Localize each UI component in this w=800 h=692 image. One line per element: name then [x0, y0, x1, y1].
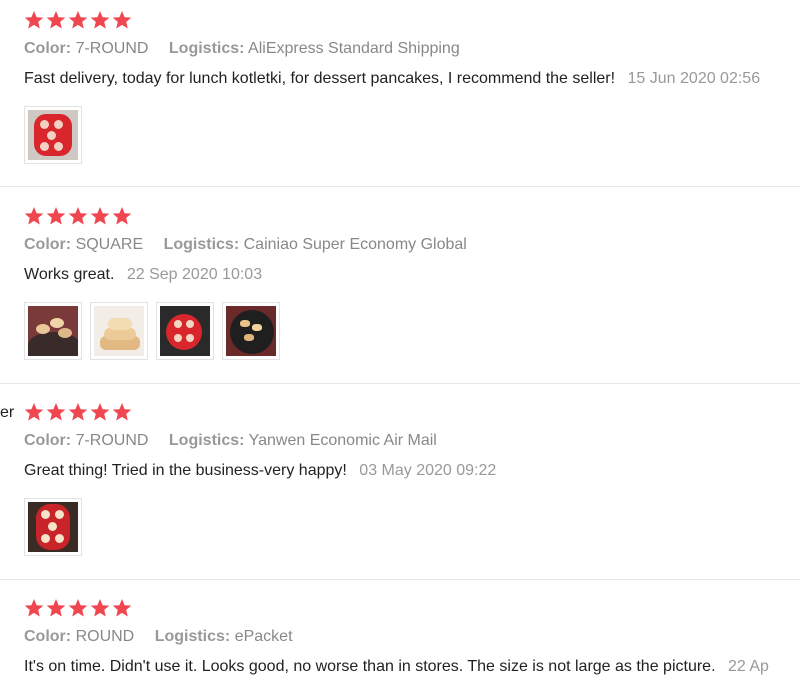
star-rating: [24, 10, 132, 30]
logistics-label: Logistics:: [168, 40, 245, 57]
review-date: 03 May 2020 09:22: [359, 462, 497, 479]
star-icon: [46, 402, 66, 422]
star-icon: [112, 402, 132, 422]
logistics-label: Logistics:: [163, 236, 240, 253]
review-photo-thumbnail[interactable]: [24, 302, 82, 360]
star-icon: [46, 206, 66, 226]
review-photo-thumbnail[interactable]: [222, 302, 280, 360]
review-divider: [0, 383, 800, 384]
color-value: 7-ROUND: [75, 432, 149, 449]
logistics-value: AliExpress Standard Shipping: [248, 40, 460, 57]
review-text: It's on time. Didn't use it. Looks good,…: [24, 658, 716, 675]
color-label: Color:: [24, 40, 72, 57]
star-rating: [24, 206, 132, 226]
star-icon: [46, 598, 66, 618]
review-text: Works great.: [24, 266, 115, 283]
review-text-line: Works great. 22 Sep 2020 10:03: [24, 266, 262, 284]
star-icon: [46, 10, 66, 30]
review-text-line: Fast delivery, today for lunch kotletki,…: [24, 70, 760, 88]
star-icon: [68, 402, 88, 422]
color-value: SQUARE: [75, 236, 144, 253]
logistics-value: Yanwen Economic Air Mail: [248, 432, 437, 449]
review-photos: [24, 302, 280, 360]
review-photo-thumbnail[interactable]: [90, 302, 148, 360]
mold-with-batter-photo: [28, 502, 78, 552]
star-icon: [24, 206, 44, 226]
star-icon: [24, 10, 44, 30]
star-icon: [24, 402, 44, 422]
logistics-value: Cainiao Super Economy Global: [243, 236, 467, 253]
review-meta: Color: ROUND Logistics: ePacket: [24, 628, 293, 646]
review-date: 22 Ap: [727, 658, 769, 675]
logistics-label: Logistics:: [168, 432, 245, 449]
review-meta: Color: SQUARE Logistics: Cainiao Super E…: [24, 236, 467, 254]
star-icon: [90, 598, 110, 618]
logistics-value: ePacket: [234, 628, 293, 645]
review-text-line: It's on time. Didn't use it. Looks good,…: [24, 658, 769, 676]
star-icon: [68, 10, 88, 30]
review-photos: [24, 498, 82, 556]
star-icon: [68, 598, 88, 618]
red-silicone-mold-photo: [28, 110, 78, 160]
truncated-edge-text: er: [0, 404, 15, 421]
star-icon: [90, 402, 110, 422]
color-value: ROUND: [75, 628, 135, 645]
logistics-label: Logistics:: [154, 628, 231, 645]
review-text: Great thing! Tried in the business-very …: [24, 462, 347, 479]
star-rating: [24, 402, 132, 422]
star-icon: [112, 598, 132, 618]
star-icon: [112, 10, 132, 30]
review-photos: [24, 106, 82, 164]
review-text-line: Great thing! Tried in the business-very …: [24, 462, 496, 480]
review-photo-thumbnail[interactable]: [156, 302, 214, 360]
review-meta: Color: 7-ROUND Logistics: Yanwen Economi…: [24, 432, 437, 450]
star-icon: [24, 598, 44, 618]
review-date: 22 Sep 2020 10:03: [126, 266, 263, 283]
color-label: Color:: [24, 236, 72, 253]
star-icon: [68, 206, 88, 226]
star-icon: [112, 206, 132, 226]
review-photo-thumbnail[interactable]: [24, 106, 82, 164]
color-label: Color:: [24, 628, 72, 645]
review-meta: Color: 7-ROUND Logistics: AliExpress Sta…: [24, 40, 460, 58]
food-on-dark-plate-photo: [226, 306, 276, 356]
star-rating: [24, 598, 132, 618]
review-divider: [0, 579, 800, 580]
pancakes-on-plate-photo: [28, 306, 78, 356]
stacked-pancakes-photo: [94, 306, 144, 356]
review-photo-thumbnail[interactable]: [24, 498, 82, 556]
review-text: Fast delivery, today for lunch kotletki,…: [24, 70, 616, 87]
star-icon: [90, 10, 110, 30]
color-value: 7-ROUND: [75, 40, 149, 57]
star-icon: [90, 206, 110, 226]
review-divider: [0, 186, 800, 187]
mold-in-pan-photo: [160, 306, 210, 356]
color-label: Color:: [24, 432, 72, 449]
review-date: 15 Jun 2020 02:56: [627, 70, 761, 87]
